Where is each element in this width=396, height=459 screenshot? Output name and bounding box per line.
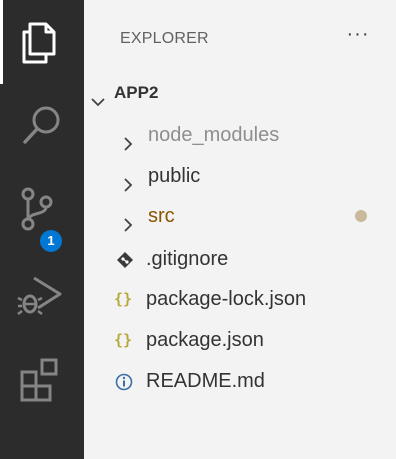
tree-root-app2[interactable]: APP2 — [84, 74, 396, 112]
json-braces-icon: {} — [114, 290, 133, 308]
tree-item-readme-md[interactable]: README.md — [84, 362, 396, 400]
activity-bar: 1 — [0, 0, 84, 459]
tree-item-gitignore[interactable]: .gitignore — [84, 240, 396, 278]
activity-run-debug-button[interactable] — [0, 252, 84, 336]
activity-explorer-button[interactable] — [0, 0, 84, 84]
tree-item-src[interactable]: src — [84, 197, 396, 235]
tree-item-package-lock-json[interactable]: {} package-lock.json — [84, 280, 396, 318]
tree-root-label: APP2 — [114, 83, 159, 102]
activity-search-button[interactable] — [0, 84, 84, 168]
tree-item-node-modules[interactable]: node_modules — [84, 116, 396, 154]
json-braces-icon: {} — [114, 331, 133, 349]
tree-item-label: public — [148, 165, 201, 187]
more-actions-button[interactable]: ··· — [340, 24, 376, 52]
active-indicator — [0, 0, 3, 84]
sidebar-title: EXPLORER — [120, 30, 209, 47]
tree-item-label: .gitignore — [146, 248, 229, 270]
tree-item-label: src — [148, 205, 175, 227]
sidebar-header: EXPLORER ··· — [84, 0, 396, 72]
vscode-window: 1 EXPLORER ··· APP2 node_modules public … — [0, 0, 396, 459]
tree-item-label: node_modules — [148, 124, 280, 146]
explorer-sidebar: EXPLORER ··· APP2 node_modules public sr… — [84, 0, 396, 459]
activity-source-control-button[interactable]: 1 — [0, 168, 84, 252]
modified-dot-icon — [355, 210, 367, 222]
tree-item-label: package.json — [146, 329, 264, 351]
activity-extensions-button[interactable] — [0, 336, 84, 420]
tree-item-label: package-lock.json — [146, 288, 307, 310]
source-control-badge: 1 — [40, 230, 62, 252]
tree-item-label: README.md — [146, 370, 265, 392]
tree-item-public[interactable]: public — [84, 157, 396, 195]
tree-item-package-json[interactable]: {} package.json — [84, 321, 396, 359]
